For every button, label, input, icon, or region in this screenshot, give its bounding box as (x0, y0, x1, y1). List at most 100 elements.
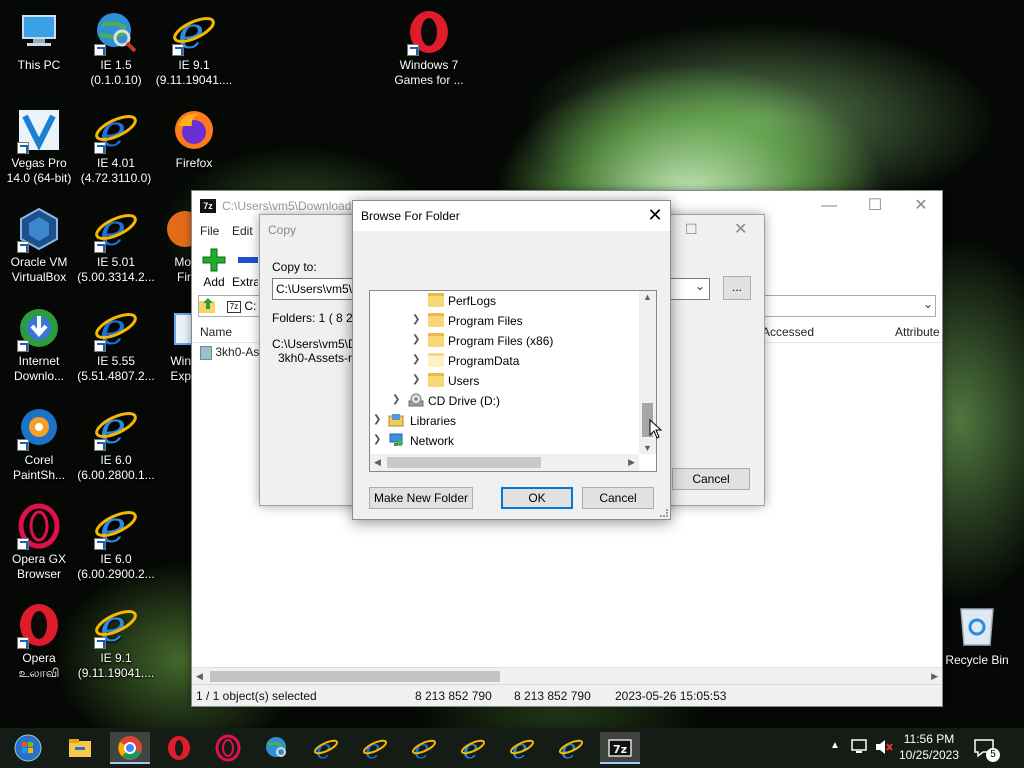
desktop-icon-ie-5-01[interactable]: e IE 5.01 (5.00.3314.2... (77, 205, 155, 285)
chevron-right-icon[interactable]: ❯ (373, 414, 383, 425)
clock[interactable]: 11:56 PM 10/25/2023 (894, 731, 964, 763)
dialog-title: Browse For Folder (361, 209, 460, 223)
desktop-icon-label: Opera உலாவி (18, 651, 60, 680)
ok-button[interactable]: OK (501, 487, 573, 509)
notification-center-button[interactable]: 5 (972, 736, 1000, 762)
minimize-button[interactable]: — (806, 191, 852, 221)
show-hidden-icons-button[interactable]: ▲ (830, 740, 840, 751)
close-button[interactable]: ✕ (640, 201, 670, 231)
desktop-icon-virtualbox[interactable]: Oracle VM VirtualBox (0, 205, 78, 285)
address-text: 7z C: (227, 299, 256, 313)
resize-grip[interactable] (660, 509, 668, 517)
chevron-down-icon[interactable]: ⌄ (691, 279, 709, 299)
desktop-icon-opera-gx[interactable]: Opera GX Browser (0, 502, 78, 582)
start-button[interactable] (8, 732, 48, 764)
desktop-icon-windows-7-games[interactable]: Windows 7 Games for ... (390, 8, 468, 88)
cancel-button[interactable]: Cancel (582, 487, 654, 509)
desktop-icon-ie-1-5[interactable]: IE 1.5 (0.1.0.10) (77, 8, 155, 88)
tree-item-perflogs[interactable]: PerfLogs (370, 291, 639, 311)
taskbar-ie-d[interactable]: e (453, 732, 493, 764)
column-attributes[interactable]: Attribute (895, 325, 940, 339)
desktop-icon-ie-6-0-b[interactable]: e IE 6.0 (6.00.2900.2... (77, 502, 155, 582)
minus-icon (232, 247, 258, 273)
scroll-down-arrow[interactable]: ▼ (643, 443, 652, 453)
chevron-right-icon[interactable]: ❯ (373, 434, 383, 445)
scroll-right-arrow[interactable]: ▶ (628, 457, 635, 468)
column-accessed[interactable]: Accessed (762, 325, 814, 339)
menu-edit[interactable]: Edit (232, 224, 253, 238)
browse-button[interactable]: ... (723, 276, 751, 300)
taskbar-opera[interactable] (159, 732, 199, 764)
chevron-right-icon[interactable]: ❯ (412, 334, 422, 345)
desktop-icon-internet-download-manager[interactable]: Internet Downlo... (0, 304, 78, 384)
up-folder-icon[interactable] (197, 295, 219, 317)
scroll-thumb[interactable] (387, 457, 541, 468)
desktop-icon-ie-9-1-b[interactable]: e IE 9.1 (9.11.19041.... (77, 601, 155, 681)
desktop-icon-firefox[interactable]: Firefox (155, 106, 233, 171)
tree-item-program-files[interactable]: ❯ Program Files (370, 311, 639, 331)
horizontal-scrollbar[interactable]: ◀ ▶ (370, 454, 639, 471)
file-row[interactable]: 3kh0-Ass (200, 345, 265, 360)
desktop-icon-ie-4-01[interactable]: e IE 4.01 (4.72.3110.0) (77, 106, 155, 186)
desktop-icon-opera-partial[interactable]: Mo Fir (155, 205, 195, 285)
desktop-icon-recycle-bin[interactable]: Recycle Bin (944, 603, 1010, 667)
svg-text:e: e (561, 735, 576, 762)
desktop-icon-opera[interactable]: Opera உலாவி (0, 601, 78, 681)
taskbar-opera-gx[interactable] (208, 732, 248, 764)
scroll-thumb[interactable] (210, 671, 500, 682)
tree-item-users[interactable]: ❯ Users (370, 371, 639, 391)
ie-icon: e (92, 205, 140, 256)
folder-tree[interactable]: PerfLogs ❯ Program Files ❯ Program Files… (369, 290, 657, 472)
menu-file[interactable]: File (200, 224, 219, 238)
desktop-icon-corel-paintshop[interactable]: Corel PaintSh... (0, 403, 78, 483)
volume-muted-icon[interactable] (874, 738, 894, 756)
scroll-left-arrow[interactable]: ◀ (374, 457, 381, 468)
close-button[interactable]: ✕ (898, 191, 944, 221)
tree-item-libraries[interactable]: ❯ Libraries (370, 411, 639, 431)
scroll-up-arrow[interactable]: ▲ (643, 292, 652, 302)
chevron-right-icon[interactable]: ❯ (412, 314, 422, 325)
taskbar-chrome[interactable] (110, 732, 150, 764)
horizontal-scrollbar[interactable]: ◀ ▶ (192, 667, 942, 684)
chevron-right-icon[interactable]: ❯ (412, 354, 422, 365)
cancel-button[interactable]: Cancel (672, 468, 750, 490)
taskbar-ie-c[interactable]: e (404, 732, 444, 764)
zip-file-icon (200, 345, 212, 360)
column-name[interactable]: Name (200, 325, 232, 339)
taskbar-ie-globe[interactable] (257, 732, 297, 764)
taskbar-ie-a[interactable]: e (306, 732, 346, 764)
desktop-icon-vegas-pro[interactable]: Vegas Pro 14.0 (64-bit) (0, 106, 78, 186)
tree-item-network[interactable]: ❯ Network (370, 431, 639, 451)
make-new-folder-button[interactable]: Make New Folder (369, 487, 473, 509)
browse-for-folder-dialog[interactable]: Browse For Folder ✕ PerfLogs ❯ Program F… (352, 200, 671, 520)
tree-item-cd-drive[interactable]: ❯ CD Drive (D:) (370, 391, 639, 411)
taskbar-ie-f[interactable]: e (551, 732, 591, 764)
chevron-right-icon[interactable]: ❯ (392, 394, 402, 405)
maximize-button[interactable]: ☐ (852, 191, 898, 221)
status-packed-size: 8 213 852 790 (514, 689, 591, 703)
close-button[interactable]: ✕ (734, 219, 747, 239)
taskbar-file-explorer[interactable] (60, 732, 100, 764)
folder-icon (428, 333, 444, 347)
tree-item-programdata[interactable]: ❯ ProgramData (370, 351, 639, 371)
taskbar-7zip[interactable]: 7z (600, 732, 640, 764)
maximize-button[interactable]: ☐ (685, 221, 698, 238)
desktop-icon-label: Recycle Bin (945, 653, 1009, 667)
tree-item-program-files-x86[interactable]: ❯ Program Files (x86) (370, 331, 639, 351)
network-icon[interactable] (850, 738, 870, 756)
desktop-icon-windows-explorer-partial[interactable]: Win Exp (155, 304, 195, 384)
svg-text:e: e (365, 735, 380, 762)
chevron-down-icon[interactable]: ⌄ (923, 297, 933, 311)
chevron-right-icon[interactable]: ❯ (412, 374, 422, 385)
extract-button[interactable]: Extra (232, 245, 258, 289)
add-button[interactable]: Add (194, 245, 234, 289)
taskbar-ie-e[interactable]: e (502, 732, 542, 764)
desktop-icon-ie-9-1-a[interactable]: e IE 9.1 (9.11.19041.... (155, 8, 233, 88)
opera-gx-icon (15, 502, 63, 550)
desktop-icon-ie-6-0-a[interactable]: e IE 6.0 (6.00.2800.1... (77, 403, 155, 483)
dialog-title-bar[interactable]: Browse For Folder ✕ (353, 201, 670, 231)
taskbar-ie-b[interactable]: e (355, 732, 395, 764)
ie-icon: e (92, 304, 140, 355)
desktop-icon-this-pc[interactable]: This PC (0, 8, 78, 73)
desktop-icon-ie-5-55[interactable]: e IE 5.55 (5.51.4807.2... (77, 304, 155, 384)
